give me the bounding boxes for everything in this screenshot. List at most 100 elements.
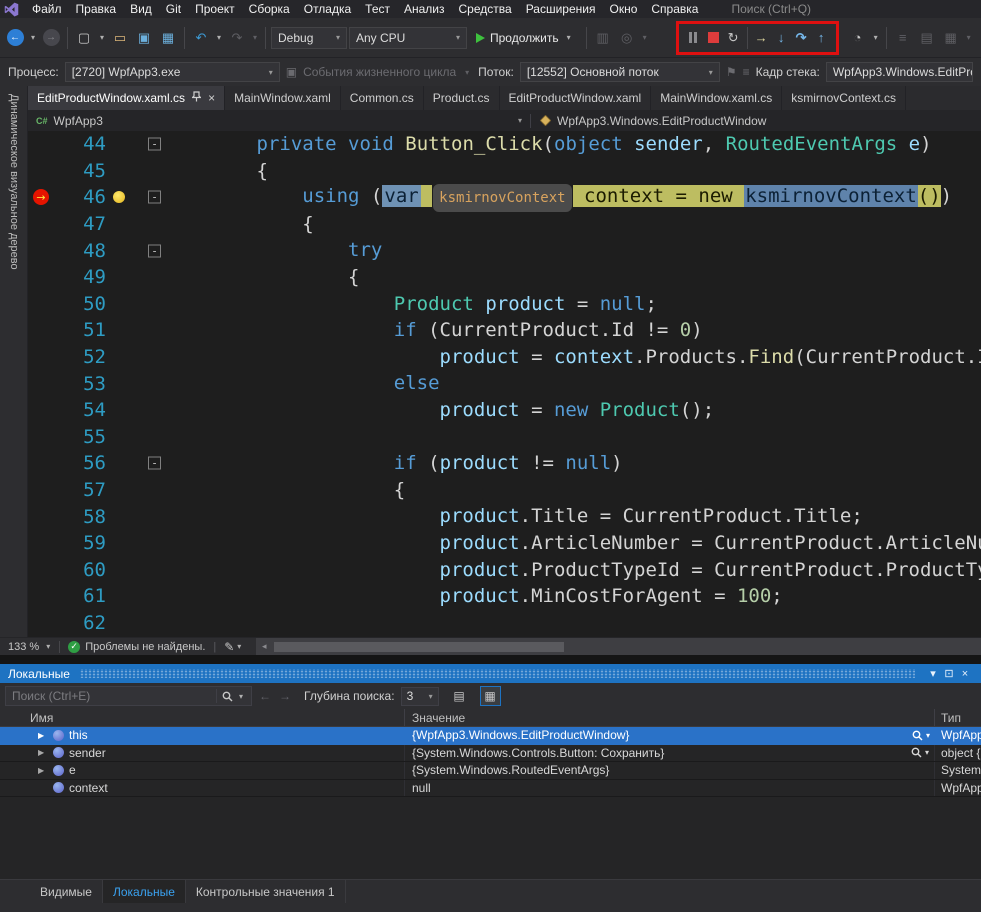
expander-icon[interactable]: ▶ xyxy=(38,766,48,775)
platform-combo[interactable]: Any CPU▾ xyxy=(349,27,467,49)
code-line[interactable]: Product product = null; xyxy=(165,291,981,318)
continue-dropdown[interactable]: ▾ xyxy=(564,33,574,42)
fold-toggle-icon[interactable]: - xyxy=(148,138,161,151)
zoom-dropdown[interactable]: ▾ xyxy=(43,642,53,651)
menu-item-5[interactable]: Сборка xyxy=(242,0,297,18)
locals-row-context[interactable]: contextnullWpfApp3.ksmirnovContext xyxy=(0,780,981,798)
lifecycle-events-label[interactable]: События жизненного цикла xyxy=(303,65,456,79)
search-dropdown[interactable]: ▾ xyxy=(236,692,246,701)
code-line[interactable]: { xyxy=(165,158,981,185)
project-dropdown[interactable]: C# WpfApp3 ▾ xyxy=(28,110,530,131)
tool-tab-2[interactable]: Контрольные значения 1 xyxy=(186,880,346,903)
fold-toggle-icon[interactable]: - xyxy=(148,244,161,257)
menu-item-8[interactable]: Анализ xyxy=(397,0,452,18)
locals-row-this[interactable]: ▶this{WpfApp3.Windows.EditProductWindow}… xyxy=(0,727,981,745)
locals-row-e[interactable]: ▶e{System.Windows.RoutedEventArgs}System… xyxy=(0,762,981,780)
edit-mode-dropdown[interactable]: ▾ xyxy=(234,642,244,651)
search-icon[interactable]: ▾ xyxy=(217,691,251,702)
window-menu-icon[interactable]: ▾ xyxy=(925,667,941,680)
flag-thread-icon[interactable]: ⚑ xyxy=(726,65,737,79)
code-line[interactable]: using (var ksmirnovContext context = new… xyxy=(165,183,981,213)
restart-icon[interactable]: ↻ xyxy=(724,26,743,50)
breakpoint-margin[interactable] xyxy=(28,264,54,291)
code-line[interactable]: else xyxy=(165,370,981,397)
thread-combo[interactable]: [12552] Основной поток▾ xyxy=(520,62,720,82)
continue-button[interactable]: Продолжить▾ xyxy=(469,26,581,50)
zoom-level[interactable]: 133 % xyxy=(0,641,43,653)
code-line[interactable]: product.MinCostForAgent = 100; xyxy=(165,583,981,610)
target-window-dropdown[interactable]: ▾ xyxy=(640,33,650,42)
menu-item-10[interactable]: Расширения xyxy=(519,0,603,18)
breakpoint-margin[interactable] xyxy=(28,131,54,158)
tool-tab-1[interactable]: Локальные xyxy=(103,880,186,903)
watch-window-icon[interactable]: ▦ xyxy=(940,26,962,50)
code-line[interactable]: { xyxy=(165,477,981,504)
code-line[interactable]: if (product != null) xyxy=(165,450,981,477)
breakpoint-margin[interactable] xyxy=(28,530,54,557)
stack-frame-combo[interactable]: WpfApp3.Windows.EditProductWindow xyxy=(826,62,973,82)
locals-row-sender[interactable]: ▶sender{System.Windows.Controls.Button: … xyxy=(0,745,981,763)
menu-item-9[interactable]: Средства xyxy=(452,0,519,18)
new-file-icon[interactable]: ▢ xyxy=(73,26,95,50)
breakpoint-margin[interactable] xyxy=(28,158,54,185)
breakpoint-margin[interactable] xyxy=(28,477,54,504)
breakpoint-margin[interactable]: → xyxy=(28,184,54,211)
code-line[interactable]: product.ArticleNumber = CurrentProduct.A… xyxy=(165,530,981,557)
navigate-back-icon[interactable]: ← xyxy=(4,26,26,50)
horizontal-scrollbar[interactable]: ◂ xyxy=(256,638,981,655)
code-line[interactable]: private void Button_Click(object sender,… xyxy=(165,131,981,158)
breakpoint-margin[interactable] xyxy=(28,557,54,584)
search-depth-combo[interactable]: 3▾ xyxy=(401,687,439,706)
locals-search-box[interactable]: ▾ xyxy=(5,686,252,706)
save-all-icon[interactable]: ▦ xyxy=(157,26,179,50)
pin-icon[interactable]: ⊡ xyxy=(941,667,957,680)
menu-item-7[interactable]: Тест xyxy=(358,0,397,18)
close-icon[interactable]: × xyxy=(208,92,215,104)
code-line[interactable]: product = context.Products.Find(CurrentP… xyxy=(165,344,981,371)
breakpoint-margin[interactable] xyxy=(28,610,54,637)
navigate-forward-icon[interactable]: → xyxy=(40,26,62,50)
pin-icon[interactable] xyxy=(192,91,201,105)
breakpoint-margin[interactable] xyxy=(28,237,54,264)
redo-dropdown[interactable]: ▾ xyxy=(250,33,260,42)
code-line[interactable]: { xyxy=(165,264,981,291)
inspect-value-icon[interactable]: ▾ xyxy=(911,747,934,758)
breakpoint-icon[interactable]: → xyxy=(33,189,49,205)
quick-search[interactable]: Поиск (Ctrl+Q) xyxy=(731,2,811,16)
code-line[interactable]: product = new Product(); xyxy=(165,397,981,424)
breakpoints-window-icon[interactable]: ≡ xyxy=(892,26,914,50)
breakpoint-margin[interactable] xyxy=(28,583,54,610)
breakpoint-margin[interactable] xyxy=(28,344,54,371)
configuration-combo[interactable]: Debug▾ xyxy=(271,27,347,49)
inspect-dropdown-icon[interactable]: ▾ xyxy=(925,748,929,757)
breakpoint-margin[interactable] xyxy=(28,503,54,530)
side-tool-tab[interactable]: Динамическое визуальное дерево xyxy=(0,86,28,637)
code-line[interactable]: try xyxy=(165,237,981,264)
new-file-dropdown[interactable]: ▾ xyxy=(97,33,107,42)
menu-item-12[interactable]: Справка xyxy=(644,0,705,18)
document-tab-0[interactable]: EditProductWindow.xaml.cs× xyxy=(28,86,225,110)
column-header-value[interactable]: Значение xyxy=(405,709,935,726)
breakpoint-margin[interactable] xyxy=(28,291,54,318)
scrollbar-thumb[interactable] xyxy=(274,642,564,652)
column-header-type[interactable]: Тип xyxy=(935,709,981,726)
redo-icon[interactable]: ↷ xyxy=(226,26,248,50)
step-out-icon[interactable]: ↑ xyxy=(812,26,831,50)
breakpoint-margin[interactable] xyxy=(28,450,54,477)
menu-item-1[interactable]: Правка xyxy=(69,0,124,18)
menu-item-3[interactable]: Git xyxy=(159,0,188,18)
document-tab-4[interactable]: EditProductWindow.xaml xyxy=(500,86,652,110)
locals-toggle-a-icon[interactable]: ▤ xyxy=(449,686,470,706)
windows-dropdown[interactable]: ▾ xyxy=(964,33,974,42)
breakpoint-margin[interactable] xyxy=(28,397,54,424)
open-folder-icon[interactable]: ▭ xyxy=(109,26,131,50)
navigate-back-dropdown[interactable]: ▾ xyxy=(28,33,38,42)
lifecycle-events-dropdown[interactable]: ▾ xyxy=(462,68,472,77)
tool-tab-0[interactable]: Видимые xyxy=(30,880,103,903)
menu-item-4[interactable]: Проект xyxy=(188,0,242,18)
memory-window-icon[interactable]: ▤ xyxy=(916,26,938,50)
document-tab-6[interactable]: ksmirnovContext.cs xyxy=(782,86,906,110)
scroll-left-icon[interactable]: ◂ xyxy=(256,641,272,652)
stop-debugging-icon[interactable] xyxy=(704,26,723,50)
menu-item-2[interactable]: Вид xyxy=(123,0,159,18)
